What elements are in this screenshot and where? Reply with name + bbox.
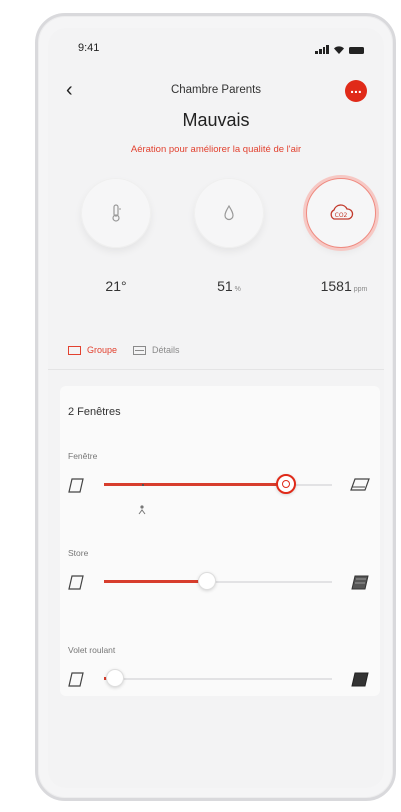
co2-metric[interactable]: CO2: [306, 178, 376, 248]
app-screen: 9:41 ‹ Chambre Parents ... Mauvais Aérat…: [48, 28, 384, 788]
humidity-metric[interactable]: [194, 178, 264, 248]
wifi-icon: [333, 45, 345, 54]
tab-details-label: Détails: [152, 345, 180, 355]
humidity-unit: %: [234, 286, 241, 293]
window-slider-row: [68, 472, 376, 498]
window-icon: [68, 575, 84, 590]
thermometer-icon: [112, 204, 121, 222]
group-icon: [68, 345, 81, 355]
temperature-metric[interactable]: [81, 178, 151, 248]
divider: [48, 369, 384, 370]
svg-text:CO2: CO2: [335, 212, 348, 219]
control-label-store: Store: [68, 548, 89, 558]
shutter-slider-track[interactable]: [104, 678, 332, 680]
slider-tick: [142, 484, 144, 486]
window-slider-handle[interactable]: [276, 474, 297, 494]
co2-unit: ppm: [353, 286, 368, 293]
person-icon: [138, 505, 146, 515]
shutter-slider-handle[interactable]: [106, 669, 125, 687]
shutter-slider-row: [68, 666, 376, 692]
air-quality-status: Mauvais: [182, 110, 250, 130]
window-icon-2: [68, 672, 84, 687]
header: ‹ Chambre Parents ...: [48, 80, 384, 104]
page-title: Chambre Parents: [170, 84, 262, 96]
window-closed-icon: [68, 478, 84, 493]
humidity-value: 51%: [189, 278, 269, 294]
status-icons: [315, 44, 364, 54]
view-tabs: Groupe Détails: [68, 342, 180, 358]
shutter-closed-icon: [351, 672, 369, 687]
window-open-icon: [350, 478, 370, 491]
tab-groupe[interactable]: Groupe: [68, 342, 117, 358]
air-quality-advice: Aération pour améliorer la qualité de l'…: [130, 144, 302, 155]
tab-groupe-label: Groupe: [87, 345, 118, 355]
temperature-value-text: 21°: [105, 278, 127, 294]
co2-value: 1581 ppm: [304, 278, 384, 294]
temperature-value: 21°: [76, 278, 156, 294]
group-title: 2 Fenêtres: [68, 406, 121, 418]
droplet-icon: [224, 204, 234, 221]
cloud-co2-icon: CO2: [330, 204, 354, 220]
window-slider-fill: [104, 483, 287, 486]
control-label-fenetre: Fenêtre: [68, 451, 98, 461]
status-bar: 9:41: [48, 28, 384, 68]
co2-value-text: 1581: [320, 278, 352, 294]
humidity-value-text: 51: [217, 278, 233, 294]
blind-closed-icon: [351, 575, 369, 590]
status-time: 9:41: [78, 42, 100, 54]
blind-slider-row: [68, 569, 376, 595]
blind-slider-handle[interactable]: [197, 572, 216, 590]
tab-details[interactable]: Détails: [133, 342, 180, 358]
more-options-button[interactable]: ...: [345, 80, 367, 102]
control-label-volet: Volet roulant: [68, 645, 116, 655]
signal-icon: [315, 45, 329, 54]
details-icon: [133, 345, 147, 355]
battery-icon: [349, 47, 364, 54]
blind-slider-fill: [104, 580, 207, 583]
